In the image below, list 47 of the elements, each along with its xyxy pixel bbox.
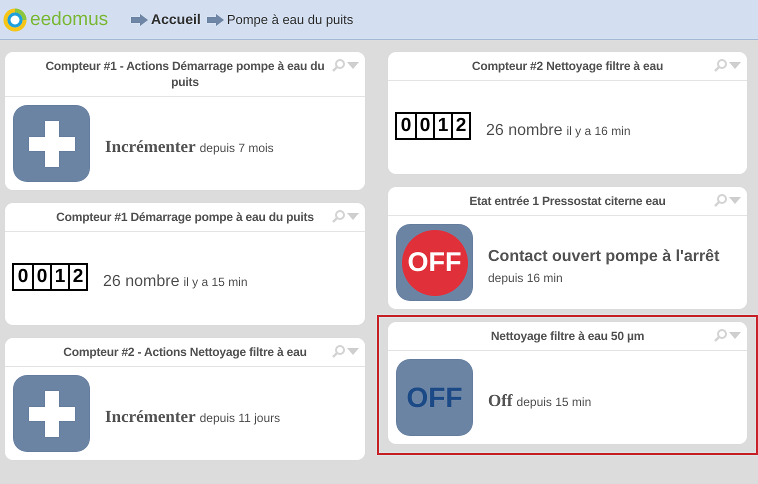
status-value: Contact ouvert pompe à l'arrêt bbox=[488, 248, 720, 264]
counter-digit: 1 bbox=[50, 264, 68, 288]
dropdown-caret-icon[interactable] bbox=[347, 348, 359, 355]
dropdown-caret-icon[interactable] bbox=[347, 62, 359, 69]
status-value: 26 nombre bbox=[486, 122, 562, 138]
status-time: il y a 15 min bbox=[184, 274, 248, 288]
dropdown-caret-icon[interactable] bbox=[729, 62, 741, 69]
plus-icon[interactable] bbox=[13, 375, 90, 452]
card-title: Compteur #2 Nettoyage filtre à eau bbox=[470, 58, 664, 74]
arrow-icon bbox=[131, 14, 148, 26]
dropdown-caret-icon[interactable] bbox=[347, 213, 359, 220]
search-icon[interactable] bbox=[714, 329, 727, 342]
status-time: depuis 15 min bbox=[516, 394, 592, 408]
card-title: Compteur #1 Démarrage pompe à eau du puits bbox=[55, 209, 315, 225]
counter-digit: 0 bbox=[16, 264, 30, 288]
plus-icon[interactable] bbox=[13, 105, 90, 182]
search-icon[interactable] bbox=[332, 59, 345, 72]
status-time: il y a 16 min bbox=[566, 124, 631, 138]
card-title: Nettoyage filtre à eau 50 µm bbox=[490, 328, 646, 344]
status-value: Incrémenter bbox=[105, 406, 196, 426]
status-value: Off bbox=[488, 390, 513, 410]
logo-icon bbox=[3, 8, 27, 32]
status-time: depuis 7 mois bbox=[200, 140, 274, 154]
search-icon[interactable] bbox=[714, 194, 727, 207]
off-status-icon[interactable]: OFF bbox=[396, 359, 473, 436]
counter-digit: 1 bbox=[433, 114, 451, 138]
counter-digit: 0 bbox=[400, 114, 412, 138]
search-icon[interactable] bbox=[332, 210, 345, 223]
dropdown-caret-icon[interactable] bbox=[729, 197, 741, 204]
card-title: Compteur #1 - Actions Démarrage pompe à eau du puits bbox=[44, 58, 326, 90]
dropdown-caret-icon[interactable] bbox=[729, 332, 741, 339]
breadcrumb-link[interactable]: Accueil bbox=[151, 9, 201, 30]
counter-digit: 2 bbox=[68, 264, 86, 288]
status-value: Incrémenter bbox=[105, 136, 196, 156]
counter-digit: 0 bbox=[415, 114, 433, 138]
breadcrumb-link[interactable]: Pompe à eau du puits bbox=[226, 10, 354, 30]
search-icon[interactable] bbox=[714, 59, 727, 72]
search-icon[interactable] bbox=[332, 345, 345, 358]
card-title: Etat entrée 1 Pressostat citerne eau bbox=[468, 193, 667, 209]
arrow-icon bbox=[206, 14, 224, 26]
status-time: depuis 11 jours bbox=[200, 410, 280, 424]
card-title: Compteur #2 - Actions Nettoyage filtre à eau bbox=[62, 344, 308, 360]
status-time: depuis 16 min bbox=[488, 270, 564, 286]
counter-digit: 0 bbox=[32, 264, 50, 288]
counter-digit: 2 bbox=[451, 114, 469, 138]
status-value: 26 nombre bbox=[103, 272, 180, 290]
off-status-icon[interactable]: OFF bbox=[402, 230, 468, 296]
